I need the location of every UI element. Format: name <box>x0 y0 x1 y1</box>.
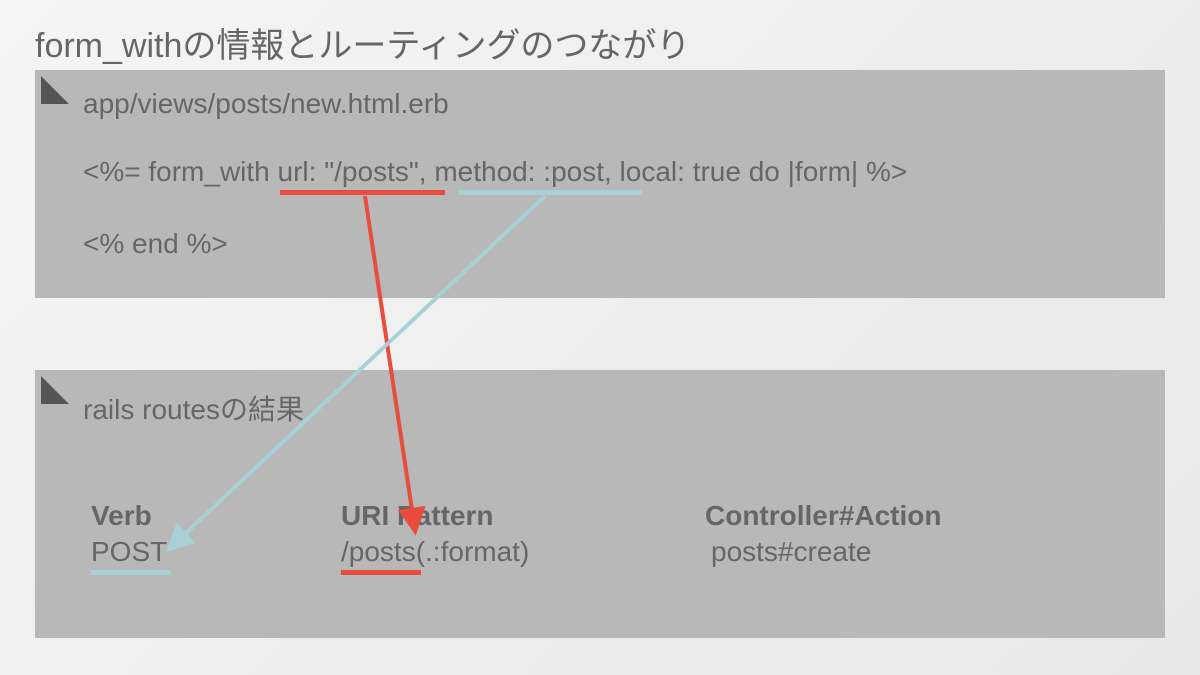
underline-method-post <box>459 190 642 195</box>
routes-header-verb: Verb <box>91 500 152 532</box>
panel-marker-icon <box>41 76 69 104</box>
code-line-1: <%= form_with url: "/posts", method: :po… <box>83 156 907 188</box>
routes-action: posts#create <box>711 536 871 568</box>
slide-title: form_withの情報とルーティングのつながり <box>35 18 690 67</box>
routes-uri: /posts(.:format) <box>341 536 529 568</box>
routes-panel: rails routesの結果 Verb URI Pattern Control… <box>35 370 1165 638</box>
routes-header-uri: URI Pattern <box>341 500 493 532</box>
routes-header-action: Controller#Action <box>705 500 941 532</box>
slide: form_withの情報とルーティングのつながり app/views/posts… <box>0 0 1200 675</box>
code-line-2: <% end %> <box>83 228 228 260</box>
underline-verb-post <box>91 570 171 575</box>
routes-label: rails routesの結果 <box>83 388 304 428</box>
routes-verb: POST <box>91 536 167 568</box>
file-path-label: app/views/posts/new.html.erb <box>83 88 449 120</box>
underline-uri-posts <box>341 570 421 575</box>
panel-marker-icon <box>41 376 69 404</box>
underline-url-posts <box>280 190 445 195</box>
code-panel: app/views/posts/new.html.erb <%= form_wi… <box>35 70 1165 298</box>
